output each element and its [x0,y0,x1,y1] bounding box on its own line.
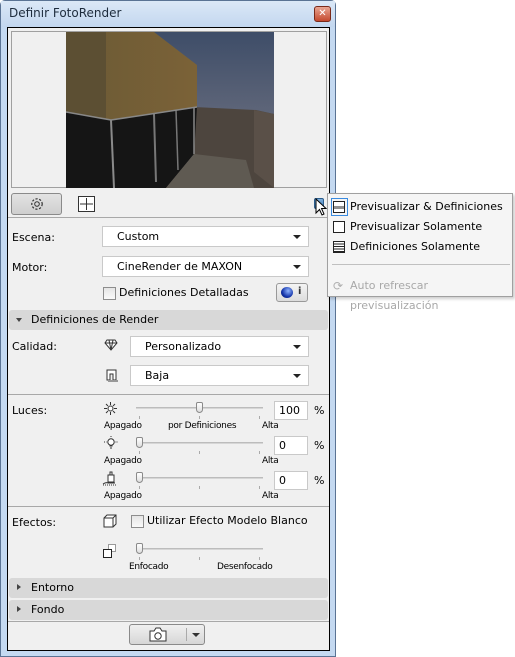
camera-icon [149,627,167,642]
menu-item-label: Previsualizar & Definiciones [350,200,503,213]
chevron-down-icon [293,265,301,269]
quality-select[interactable]: Personalizado [130,336,309,357]
slider-min-label: Apagado [104,491,142,501]
section-background[interactable]: Fondo [9,600,328,620]
sun-light-value-input[interactable]: 100 [274,401,308,420]
quality-label: Calidad: [12,340,57,353]
percent-unit: % [314,439,325,452]
quality-value: Personalizado [145,340,222,353]
scene-label: Escena: [12,231,55,244]
render-button-group [129,624,205,645]
slider-max-label: Alta [262,491,279,501]
menu-item-settings-only[interactable]: Definiciones Solamente [328,237,512,257]
frame-size-icon [78,196,95,212]
lightbulb-icon [104,436,118,449]
section-environment[interactable]: Entorno [9,578,328,598]
slider-thumb[interactable] [136,472,143,483]
chevron-down-icon [192,633,200,637]
percent-unit: % [314,404,325,417]
blur-slider[interactable] [136,543,263,560]
chevron-down-icon [293,235,301,239]
slider-thumb[interactable] [196,402,203,413]
expand-triangle-icon [17,584,21,590]
window-title: Definir FotoRender [9,6,122,20]
brush-light-icon [102,471,116,486]
blur-max-label: Desenfocado [217,562,273,572]
preview-toolbar [8,188,329,218]
section-title: Entorno [31,581,74,594]
engine-label: Motor: [12,261,48,274]
cube-icon [103,514,117,528]
gear-icon [31,198,43,210]
settings-only-icon [333,241,345,253]
slider-thumb[interactable] [136,437,143,448]
lamp-light-slider[interactable] [136,437,263,454]
detailed-settings-checkbox[interactable] [103,287,116,300]
quality-level-select[interactable]: Baja [130,365,309,386]
slider-max-label: Alta [262,456,279,466]
lamp-light-value-input[interactable]: 0 [274,436,308,455]
menu-item-auto-refresh: ⟳ Auto refrescar previsualización [328,276,512,312]
slider-max-label: Alta [262,421,279,431]
panel-body: Escena: Custom Motor: CineRender de MAXO… [7,27,330,651]
quality-level-value: Baja [145,369,170,382]
engine-select[interactable]: CineRender de MAXON [102,256,309,277]
engine-info-button[interactable]: i [276,283,308,302]
settings-button[interactable] [11,193,62,215]
info-icon: i [298,286,302,297]
view-mode-menu: Previsualizar & Definiciones Previsualiz… [327,193,513,312]
preview-area [11,31,327,188]
close-icon: ✕ [318,8,327,19]
slider-min-label: Apagado [104,456,142,466]
menu-item-label: Auto refrescar previsualización [350,279,439,312]
scene-value: Custom [117,230,160,243]
detailed-settings-label: Definiciones Detalladas [119,286,249,299]
lights-label: Luces: [12,404,48,417]
percent-unit: % [314,474,325,487]
title-bar[interactable]: Definir FotoRender ✕ [1,1,335,27]
effects-label: Efectos: [12,516,57,529]
ambient-light-slider[interactable] [136,472,263,489]
section-render-settings[interactable]: Definiciones de Render [9,310,328,330]
engine-value: CineRender de MAXON [117,260,243,273]
menu-item-preview-and-settings[interactable]: Previsualizar & Definiciones [328,197,512,217]
close-button[interactable]: ✕ [314,6,331,22]
diamond-icon [104,339,118,351]
menu-separator [332,264,510,265]
frame-size-button[interactable] [78,193,96,215]
menu-item-label: Definiciones Solamente [350,240,481,253]
slider-min-label: Apagado [104,421,142,431]
render-options-dropdown[interactable] [187,625,205,644]
ambient-light-value-input[interactable]: 0 [274,471,308,490]
menu-item-preview-only[interactable]: Previsualizar Solamente [328,217,512,237]
blur-min-label: Enfocado [129,562,169,572]
chevron-down-icon [293,374,301,378]
slider-thumb[interactable] [136,543,143,554]
sun-light-slider[interactable] [136,402,263,419]
menu-item-label: Previsualizar Solamente [350,220,483,233]
render-preview-image [66,32,274,188]
depth-of-field-icon [103,544,116,558]
divider [8,394,329,395]
photorender-window: Definir FotoRender ✕ Escena: Custom Moto… [0,0,336,657]
divider [8,621,329,622]
sun-icon [104,402,117,415]
slider-mid-label: por Definiciones [168,421,237,431]
cinerender-logo-icon [281,287,293,298]
collapse-triangle-icon [16,318,22,322]
preview-only-icon [333,221,345,233]
chevron-down-icon [293,345,301,349]
quality-level-icon [106,369,118,382]
scene-select[interactable]: Custom [102,226,309,247]
expand-triangle-icon [17,606,21,612]
white-model-checkbox[interactable] [131,515,144,528]
refresh-icon: ⟳ [333,279,344,293]
section-title: Definiciones de Render [31,313,159,326]
white-model-label: Utilizar Efecto Modelo Blanco [147,514,308,527]
render-button[interactable] [130,625,186,644]
divider [8,506,329,507]
section-title: Fondo [31,603,65,616]
preview-settings-icon [333,201,345,213]
